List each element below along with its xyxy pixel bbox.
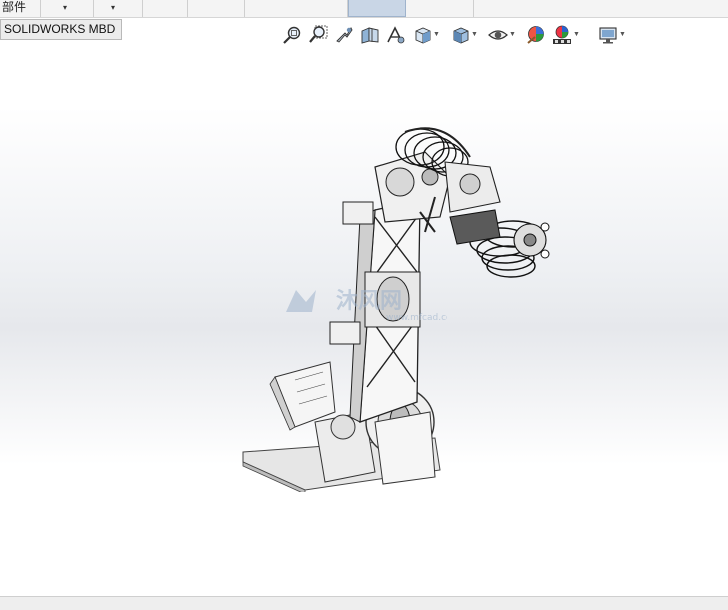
dropdown-b[interactable]: ▾ bbox=[94, 0, 143, 17]
view-orientation-icon[interactable] bbox=[411, 24, 433, 46]
command-manager-strip: 部件 ▾ ▾ bbox=[0, 0, 728, 18]
hide-show-items-icon[interactable] bbox=[487, 24, 509, 46]
toolbar-slot-4[interactable] bbox=[407, 0, 474, 17]
edit-appearance-icon[interactable] bbox=[525, 24, 547, 46]
watermark: 沐风网 www.mfcad.com bbox=[286, 289, 447, 322]
toolbar-slot-3[interactable] bbox=[245, 0, 348, 17]
zoom-to-fit-icon[interactable] bbox=[281, 24, 303, 46]
dropdown-a[interactable]: ▾ bbox=[41, 0, 94, 17]
chevron-down-icon[interactable]: ▼ bbox=[509, 31, 516, 38]
previous-view-icon[interactable] bbox=[333, 24, 355, 46]
watermark-url: www.mfcad.com bbox=[386, 313, 447, 322]
solidworks-mbd-label: SOLIDWORKS MBD bbox=[4, 22, 116, 36]
chevron-down-icon[interactable]: ▼ bbox=[471, 31, 478, 38]
toolbar-slot-2[interactable] bbox=[188, 0, 245, 17]
chevron-down-icon[interactable]: ▼ bbox=[433, 31, 440, 38]
solidworks-mbd-tab[interactable]: SOLIDWORKS MBD bbox=[0, 19, 123, 40]
status-bar bbox=[0, 596, 728, 610]
display-style-icon[interactable] bbox=[449, 24, 471, 46]
zoom-to-area-icon[interactable] bbox=[307, 24, 329, 46]
view-settings-icon[interactable] bbox=[597, 24, 619, 46]
part-tab-label: 部件 bbox=[2, 0, 27, 14]
chevron-down-icon: ▾ bbox=[63, 3, 68, 12]
graphics-area[interactable]: 部件 ▾ ▾ SOLIDWORKS MBD ▼ ▼ ▼ ▼ ▼ 沐风网 www.… bbox=[0, 0, 728, 596]
chevron-down-icon: ▾ bbox=[111, 3, 116, 12]
section-view-icon[interactable] bbox=[359, 24, 381, 46]
apply-scene-icon[interactable] bbox=[551, 24, 573, 46]
part-tab[interactable]: 部件 bbox=[0, 0, 41, 17]
chevron-down-icon[interactable]: ▼ bbox=[573, 31, 580, 38]
dynamic-annotation-icon[interactable] bbox=[385, 24, 407, 46]
watermark-brand: 沐风网 bbox=[336, 289, 402, 314]
toolbar-slot-1[interactable] bbox=[143, 0, 188, 17]
active-tab[interactable] bbox=[348, 0, 406, 17]
chevron-down-icon[interactable]: ▼ bbox=[619, 31, 626, 38]
